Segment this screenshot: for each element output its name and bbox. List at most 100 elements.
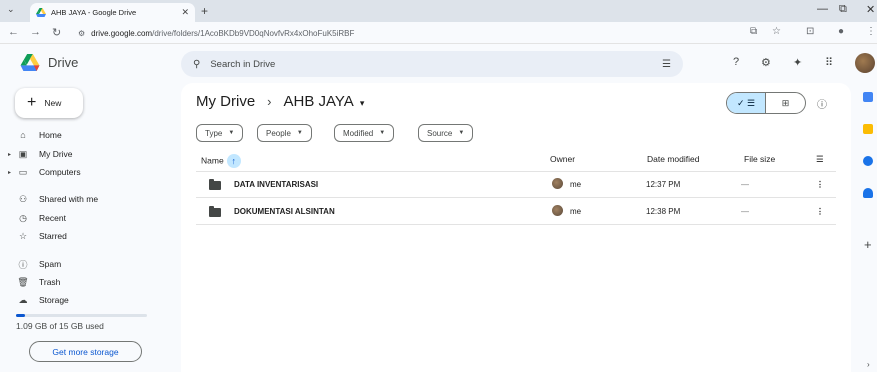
sidebar-item-trash[interactable]: 🗑 Trash bbox=[8, 274, 60, 290]
file-modified: 12:37 PM bbox=[646, 180, 681, 189]
contacts-icon[interactable] bbox=[863, 188, 873, 198]
bookmark-star-icon[interactable]: ☆ bbox=[772, 26, 781, 37]
expand-caret-icon[interactable]: ▸ bbox=[8, 169, 15, 176]
file-name: DATA INVENTARISASI bbox=[234, 180, 319, 189]
reload-icon[interactable]: ↻ bbox=[52, 26, 61, 39]
search-bar[interactable]: ⚲ Search in Drive ☰ bbox=[181, 51, 683, 77]
filter-modified-chip[interactable]: Modified ▼ bbox=[334, 124, 395, 142]
column-header-name[interactable]: Name ↑ bbox=[201, 154, 241, 168]
site-info-icon[interactable]: ⚙ bbox=[78, 29, 85, 38]
sort-options-icon[interactable]: ☰ bbox=[816, 154, 824, 165]
apps-grid-icon[interactable]: ⠿ bbox=[825, 56, 833, 69]
computer-icon: ▭ bbox=[18, 166, 28, 177]
sidebar-item-spam[interactable]: ⓘ Spam bbox=[8, 256, 61, 272]
sidebar-item-my-drive[interactable]: ▸ ▣ My Drive bbox=[8, 146, 73, 162]
chip-label: Source bbox=[427, 128, 453, 138]
breadcrumb-current-label: AHB JAYA bbox=[283, 93, 354, 110]
more-actions-icon[interactable]: ⋮ bbox=[816, 207, 824, 216]
forward-icon[interactable]: → bbox=[30, 26, 41, 38]
browser-tab-bar: ⌄ AHB JAYA - Google Drive ✕ + — ⧉ ✕ bbox=[0, 0, 877, 22]
drive-logo-icon bbox=[20, 54, 40, 71]
sidebar-item-storage[interactable]: ☁ Storage bbox=[8, 292, 69, 308]
owner-avatar bbox=[552, 178, 563, 189]
help-icon[interactable]: ? bbox=[733, 56, 739, 68]
breadcrumb-current[interactable]: AHB JAYA ▾ bbox=[284, 93, 365, 110]
sidebar-item-computers[interactable]: ▸ ▭ Computers bbox=[8, 164, 81, 180]
add-addon-icon[interactable]: + bbox=[864, 237, 872, 252]
tasks-icon[interactable] bbox=[863, 156, 873, 166]
chip-label: Type bbox=[205, 128, 223, 138]
tab-close-icon[interactable]: ✕ bbox=[181, 7, 189, 18]
tab-search-icon[interactable]: ⌄ bbox=[7, 4, 15, 15]
sidebar-item-shared[interactable]: ⚇ Shared with me bbox=[8, 191, 98, 207]
folder-icon bbox=[209, 206, 221, 217]
chevron-right-icon: › bbox=[267, 94, 272, 109]
expand-panel-icon[interactable]: › bbox=[867, 360, 870, 369]
sidebar-item-label: Computers bbox=[39, 167, 81, 177]
chevron-down-icon: ▼ bbox=[458, 130, 465, 136]
sort-arrow-up-icon[interactable]: ↑ bbox=[226, 154, 241, 168]
keep-icon[interactable] bbox=[863, 124, 873, 134]
browser-tab[interactable]: AHB JAYA - Google Drive ✕ bbox=[30, 3, 195, 22]
close-window-icon[interactable]: ✕ bbox=[866, 3, 875, 16]
expand-caret-icon[interactable]: ▸ bbox=[8, 151, 15, 158]
list-view-button[interactable]: ✓ ☰ bbox=[727, 93, 767, 113]
info-icon[interactable]: ⓘ bbox=[817, 96, 827, 111]
drive-logo[interactable]: Drive bbox=[20, 54, 78, 71]
install-app-icon[interactable]: ⧉ bbox=[750, 26, 757, 37]
settings-gear-icon[interactable]: ⚙ bbox=[761, 56, 771, 69]
sidebar-item-starred[interactable]: ☆ Starred bbox=[8, 228, 67, 244]
trash-icon: 🗑 bbox=[17, 276, 29, 287]
search-options-icon[interactable]: ☰ bbox=[662, 59, 671, 70]
filter-people-chip[interactable]: People ▼ bbox=[257, 124, 312, 142]
browser-menu-icon[interactable]: ⋮ bbox=[866, 26, 876, 37]
folder-icon bbox=[209, 179, 221, 190]
back-icon[interactable]: ← bbox=[8, 26, 19, 38]
calendar-icon[interactable] bbox=[863, 92, 873, 102]
filter-source-chip[interactable]: Source ▼ bbox=[418, 124, 474, 142]
sidebar-item-label: Trash bbox=[39, 277, 61, 287]
get-more-storage-button[interactable]: Get more storage bbox=[29, 341, 142, 362]
chevron-down-icon: ▾ bbox=[359, 98, 365, 108]
profile-icon[interactable]: ● bbox=[838, 26, 844, 37]
column-header-size[interactable]: File size bbox=[744, 154, 775, 164]
gemini-icon[interactable]: ✦ bbox=[793, 56, 802, 69]
storage-quota-fill bbox=[16, 314, 26, 317]
cloud-icon: ☁ bbox=[18, 294, 28, 305]
sidebar-item-label: Shared with me bbox=[39, 194, 99, 204]
restore-icon[interactable]: ⧉ bbox=[839, 3, 847, 16]
breadcrumb: My Drive › AHB JAYA ▾ bbox=[196, 93, 364, 110]
app-name: Drive bbox=[48, 55, 79, 70]
url-path: /drive/folders/1AcoBKDb9VD0qNovfvRx4xOho… bbox=[152, 28, 355, 38]
new-button-label: New bbox=[44, 98, 62, 108]
chip-label: People bbox=[266, 128, 291, 138]
clock-icon: ◷ bbox=[19, 212, 27, 223]
column-header-owner[interactable]: Owner bbox=[550, 154, 575, 164]
sidebar-item-label: Home bbox=[39, 130, 62, 140]
url-field[interactable]: ⚙ drive.google.com/drive/folders/1AcoBKD… bbox=[78, 25, 708, 41]
column-header-modified[interactable]: Date modified bbox=[647, 154, 699, 164]
file-size: — bbox=[741, 180, 749, 189]
more-actions-icon[interactable]: ⋮ bbox=[816, 180, 824, 189]
filter-type-chip[interactable]: Type ▼ bbox=[196, 124, 244, 142]
table-row[interactable]: DATA INVENTARISASI me 12:37 PM — ⋮ bbox=[196, 172, 836, 198]
main-panel: My Drive › AHB JAYA ▾ ✓ ☰ ⊞ ⓘ Type ▼ Peopl… bbox=[181, 83, 851, 372]
breadcrumb-root[interactable]: My Drive bbox=[196, 93, 255, 110]
file-size: — bbox=[741, 207, 749, 216]
grid-view-button[interactable]: ⊞ bbox=[766, 93, 805, 113]
new-button[interactable]: + New bbox=[15, 88, 83, 118]
minimize-icon[interactable]: — bbox=[817, 3, 828, 15]
sidebar-item-recent[interactable]: ◷ Recent bbox=[8, 210, 66, 226]
people-icon: ⚇ bbox=[18, 193, 28, 204]
address-bar: ← → ↻ ⚙ drive.google.com/drive/folders/1… bbox=[0, 22, 877, 44]
file-owner: me bbox=[570, 180, 582, 189]
sidebar-item-home[interactable]: ⌂ Home bbox=[8, 127, 62, 143]
search-input[interactable]: Search in Drive bbox=[210, 59, 662, 70]
extensions-icon[interactable]: ⊡ bbox=[806, 26, 814, 37]
new-tab-icon[interactable]: + bbox=[201, 4, 208, 18]
sidebar-item-label: Spam bbox=[39, 259, 62, 269]
table-row[interactable]: DOKUMENTASI ALSINTAN me 12:38 PM — ⋮ bbox=[196, 199, 836, 225]
sidebar-item-label: Recent bbox=[39, 213, 66, 223]
search-icon[interactable]: ⚲ bbox=[193, 59, 200, 70]
account-avatar[interactable] bbox=[855, 53, 875, 73]
